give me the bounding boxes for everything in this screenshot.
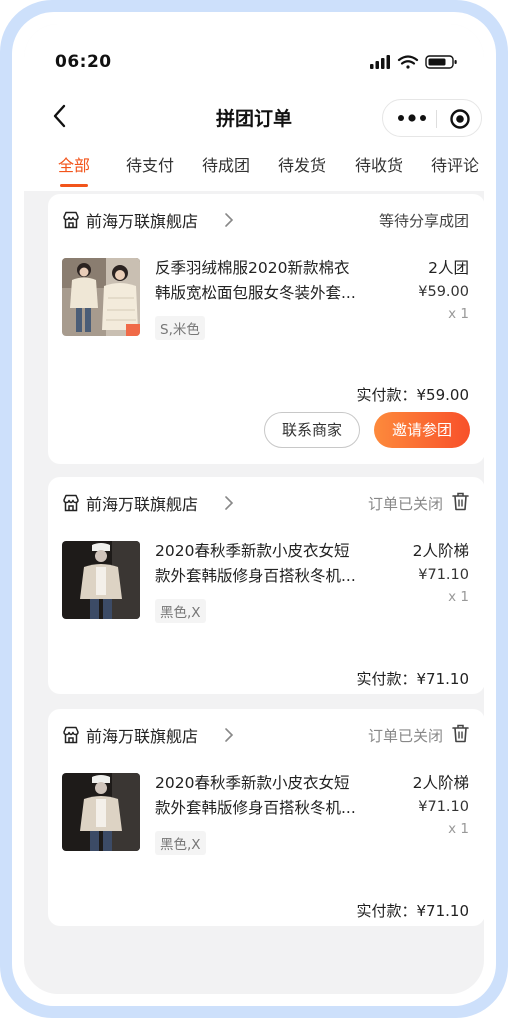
capsule-divider <box>436 110 437 128</box>
price-block: 2人团 ¥59.00 x 1 <box>418 256 469 325</box>
tab-all[interactable]: 全部 <box>58 152 90 176</box>
unit-price: ¥71.10 <box>418 567 469 583</box>
chevron-right-icon <box>225 213 234 227</box>
wifi-icon <box>397 55 419 69</box>
shop-name: 前海万联旗舰店 <box>86 727 199 746</box>
group-type: 2人阶梯 <box>412 774 469 792</box>
group-type: 2人团 <box>428 259 469 277</box>
product-title[interactable]: 2020春秋季新款小皮衣女短 款外套韩版修身百搭秋冬机... <box>155 771 387 821</box>
more-dots-icon[interactable] <box>397 110 427 126</box>
unit-price: ¥71.10 <box>418 799 469 815</box>
order-card[interactable]: 前海万联旗舰店 订单已关闭 2020春秋季新款小皮衣女短 款外套韩版修身百搭秋冬… <box>48 477 484 694</box>
tab-pending-payment[interactable]: 待支付 <box>126 152 174 176</box>
nav-bar: 拼团订单 <box>24 96 484 140</box>
product-spec: 黑色,X <box>155 831 206 855</box>
tab-pending-group[interactable]: 待成团 <box>202 152 250 176</box>
price-block: 2人阶梯 ¥71.10 x 1 <box>413 771 469 840</box>
order-card[interactable]: 前海万联旗舰店 等待分享成团 反季羽绒棉服2020新款棉衣 韩版宽松面包服女冬装… <box>48 194 484 464</box>
unit-price: ¥59.00 <box>418 284 469 300</box>
status-bar: 06:20 <box>24 24 484 94</box>
price-block: 2人阶梯 ¥71.10 x 1 <box>413 539 469 608</box>
trash-icon[interactable] <box>452 492 469 511</box>
product-title-line2: 韩版宽松面包服女冬装外套... <box>155 284 356 302</box>
product-image[interactable] <box>62 541 140 619</box>
product-spec: S,米色 <box>155 316 205 340</box>
phone-body: 06:20 拼团订单 全部 待支付 待成团 待发货 待收货 待评论 前海万联旗舰… <box>12 12 496 1006</box>
tab-pending-receipt[interactable]: 待收货 <box>355 152 403 176</box>
invite-join-button[interactable]: 邀请参团 <box>374 412 470 448</box>
quantity: x 1 <box>448 821 469 837</box>
chevron-right-icon <box>225 728 234 742</box>
tab-pending-review[interactable]: 待评论 <box>431 152 479 176</box>
shop-name: 前海万联旗舰店 <box>86 495 199 514</box>
miniprogram-capsule <box>382 99 482 137</box>
order-status: 订单已关闭 <box>367 495 443 513</box>
product-title-line2: 款外套韩版修身百搭秋冬机... <box>155 567 356 585</box>
product-title[interactable]: 2020春秋季新款小皮衣女短 款外套韩版修身百搭秋冬机... <box>155 539 387 589</box>
paid-amount: 实付款：¥71.10 <box>356 670 470 688</box>
store-icon <box>63 211 79 229</box>
signal-icon <box>370 55 390 69</box>
product-title-line2: 款外套韩版修身百搭秋冬机... <box>155 799 356 817</box>
product-image[interactable] <box>62 258 140 336</box>
product-title-line1: 反季羽绒棉服2020新款棉衣 <box>155 259 350 277</box>
product-title[interactable]: 反季羽绒棉服2020新款棉衣 韩版宽松面包服女冬装外套... <box>155 256 387 306</box>
tab-active-underline <box>60 184 88 187</box>
order-status: 订单已关闭 <box>367 727 443 745</box>
order-card[interactable]: 前海万联旗舰店 订单已关闭 2020春秋季新款小皮衣女短 款外套韩版修身百搭秋冬… <box>48 709 484 926</box>
status-icons <box>370 55 457 69</box>
status-time: 06:20 <box>55 52 112 72</box>
battery-icon <box>425 55 457 69</box>
contact-seller-button[interactable]: 联系商家 <box>264 412 360 448</box>
store-icon <box>63 726 79 744</box>
quantity: x 1 <box>448 306 469 322</box>
product-title-line1: 2020春秋季新款小皮衣女短 <box>155 542 350 560</box>
paid-amount: 实付款：¥59.00 <box>356 386 470 404</box>
quantity: x 1 <box>448 589 469 605</box>
tab-pending-shipment[interactable]: 待发货 <box>278 152 326 176</box>
target-circle-icon[interactable] <box>449 108 471 130</box>
order-status: 等待分享成团 <box>378 212 469 230</box>
order-tabs: 全部 待支付 待成团 待发货 待收货 待评论 <box>24 144 484 190</box>
paid-amount: 实付款：¥71.10 <box>356 902 470 920</box>
screen: 06:20 拼团订单 全部 待支付 待成团 待发货 待收货 待评论 前海万联旗舰… <box>24 24 484 994</box>
product-spec: 黑色,X <box>155 599 206 623</box>
product-image[interactable] <box>62 773 140 851</box>
device-frame: 06:20 拼团订单 全部 待支付 待成团 待发货 待收货 待评论 前海万联旗舰… <box>0 0 508 1018</box>
chevron-right-icon <box>225 496 234 510</box>
group-type: 2人阶梯 <box>412 542 469 560</box>
trash-icon[interactable] <box>452 724 469 743</box>
product-title-line1: 2020春秋季新款小皮衣女短 <box>155 774 350 792</box>
store-icon <box>63 494 79 512</box>
shop-name: 前海万联旗舰店 <box>86 212 199 231</box>
